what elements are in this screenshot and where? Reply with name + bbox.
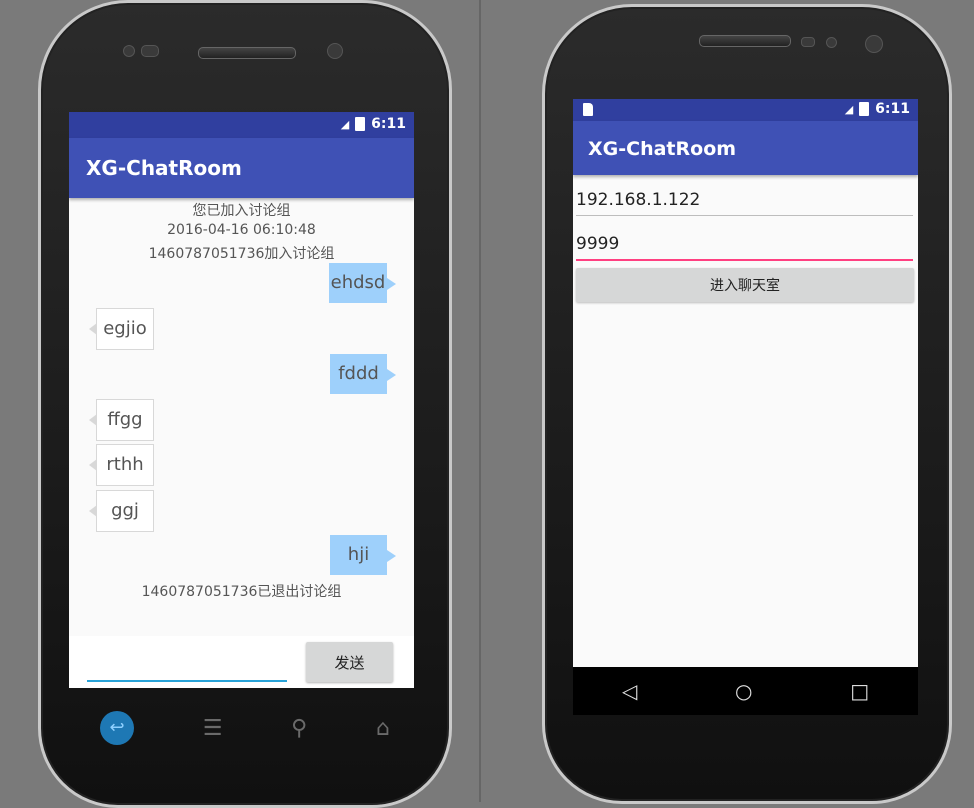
chat-bubble-received: egjio [89,308,154,350]
send-button[interactable]: 发送 [306,642,393,682]
battery-icon [859,102,870,116]
proximity-sensor-icon [801,37,815,47]
port-field[interactable] [576,229,913,261]
chat-bubble-sent: ehdsd [329,263,396,303]
proximity-sensor-icon [141,45,159,57]
menu-icon[interactable]: ☰ [203,716,223,741]
recents-icon[interactable]: □ [850,679,869,703]
search-icon[interactable]: ⚲ [291,716,307,741]
front-sensor-icon [826,37,837,48]
system-joined-message: 您已加入讨论组 [192,203,291,219]
status-time: 6:11 [875,101,910,117]
home-icon[interactable]: ○ [735,679,752,703]
signal-icon: ◢ [844,102,854,116]
system-user-joined: 1460787051736加入讨论组 [148,246,335,262]
status-bar: ◢ 6:11 [69,112,414,138]
earpiece-speaker [198,47,296,59]
enter-chatroom-button[interactable]: 进入聊天室 [576,268,914,302]
front-camera-icon [865,35,883,53]
chat-bubble-received: rthh [89,444,154,486]
hardware-keys: ↩ ☰ ⚲ ⌂ [100,708,390,748]
system-datetime: 2016-04-16 06:10:48 [167,222,316,238]
signal-icon: ◢ [340,117,350,131]
home-icon[interactable]: ⌂ [376,716,390,741]
sd-card-icon [583,103,593,116]
screenshot-divider [479,0,481,802]
app-title: XG-ChatRoom [69,138,414,198]
front-sensor-icon [123,45,135,57]
chat-bubble-received: ffgg [89,399,154,441]
chat-bubble-sent: fddd [330,354,396,394]
message-input-bar: 发送 [69,636,414,688]
status-time: 6:11 [371,116,406,132]
system-user-left: 1460787051736已退出讨论组 [141,584,342,600]
status-bar: ◢ 6:11 [573,99,918,121]
back-icon[interactable]: ↩ [100,711,134,745]
app-title: XG-ChatRoom [573,121,918,175]
back-icon[interactable]: ◁ [622,679,637,703]
battery-icon [355,117,366,131]
login-screen: ◢ 6:11 XG-ChatRoom 进入聊天室 [573,99,918,715]
earpiece-speaker [699,35,791,47]
navigation-bar: ◁ ○ □ [573,667,918,715]
ip-address-field[interactable] [576,185,913,216]
chat-bubble-sent: hji [330,535,396,575]
front-camera-icon [327,43,343,59]
chat-bubble-received: ggj [89,490,154,532]
chat-screen: ◢ 6:11 XG-ChatRoom 您已加入讨论组 2016-04-16 06… [69,112,414,688]
message-input[interactable] [87,652,287,682]
